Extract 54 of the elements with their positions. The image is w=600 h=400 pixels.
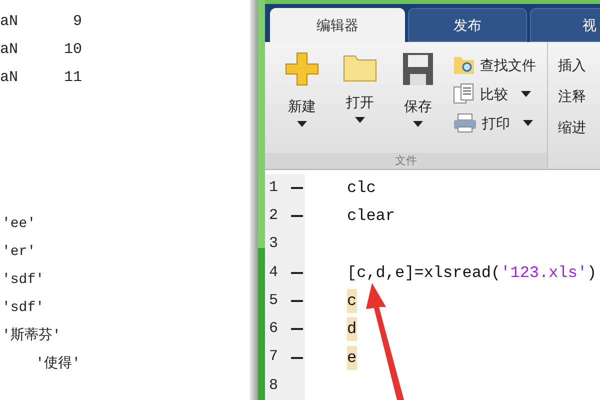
line-number: 2 <box>269 206 280 226</box>
cell-string: 'er' <box>2 242 36 262</box>
breakpoint-dash[interactable] <box>291 215 303 218</box>
folder-search-icon <box>453 55 475 75</box>
line-number: 1 <box>269 178 280 198</box>
cell-string: 'sdf' <box>2 270 44 290</box>
code-text: ) <box>587 262 597 284</box>
line-number: 4 <box>269 262 280 283</box>
cell-string: '使得' <box>34 354 80 374</box>
code-text: clear <box>347 206 396 228</box>
cell-string: 'sdf' <box>2 298 44 318</box>
code-text: clc <box>347 178 376 200</box>
line-number: 7 <box>269 347 280 368</box>
print-button[interactable]: 打印 <box>453 110 536 136</box>
table-cell-text: aN <box>0 40 20 60</box>
tab[interactable]: 视 <box>530 8 600 42</box>
table-cell-text: aN <box>0 12 20 32</box>
code-text: d <box>347 319 357 340</box>
find-files-button[interactable]: 查找文件 <box>453 52 536 78</box>
cell-string: '斯蒂芬' <box>2 326 61 346</box>
table-cell-text: 11 <box>62 68 82 88</box>
caret-icon <box>355 117 365 123</box>
section-label: 文件 <box>265 153 547 169</box>
compare-button[interactable]: 比较 <box>453 81 536 107</box>
ribbon-button[interactable]: 插入 <box>558 54 586 76</box>
plus-icon <box>285 52 319 86</box>
breakpoint-dash[interactable] <box>291 300 303 302</box>
tab[interactable]: 编辑器 <box>270 8 405 42</box>
breakpoint-dash[interactable] <box>291 272 303 274</box>
table-cell-text: 9 <box>72 12 82 32</box>
caret-icon <box>297 121 307 127</box>
tab[interactable]: 发布 <box>408 8 527 42</box>
save-button[interactable]: 保存 <box>393 52 443 153</box>
ribbon-button[interactable]: 缩进 <box>558 116 586 138</box>
line-number: 5 <box>269 290 280 311</box>
caret-icon <box>413 121 423 127</box>
printer-icon <box>453 113 477 133</box>
ribbon-button[interactable]: 注释 <box>558 85 586 107</box>
line-number: 6 <box>269 319 280 340</box>
breakpoint-dash[interactable] <box>291 187 303 190</box>
line-number: 3 <box>269 234 280 254</box>
documents-icon <box>453 83 475 105</box>
code-text: c <box>347 291 357 312</box>
open-button[interactable]: 打开 <box>335 52 385 153</box>
cell-string: 'ee' <box>2 214 36 234</box>
code-text: e <box>347 348 357 369</box>
table-cell-text: aN <box>0 68 20 88</box>
code-string: '123.xls' <box>500 262 588 284</box>
table-cell-text: 10 <box>62 40 82 60</box>
line-number: 8 <box>269 376 280 396</box>
breakpoint-dash[interactable] <box>291 328 303 330</box>
code-text: [c,d,e]=xlsread( <box>347 262 501 284</box>
breakpoint-dash[interactable] <box>291 356 303 359</box>
new-button[interactable]: 新建 <box>277 52 327 153</box>
